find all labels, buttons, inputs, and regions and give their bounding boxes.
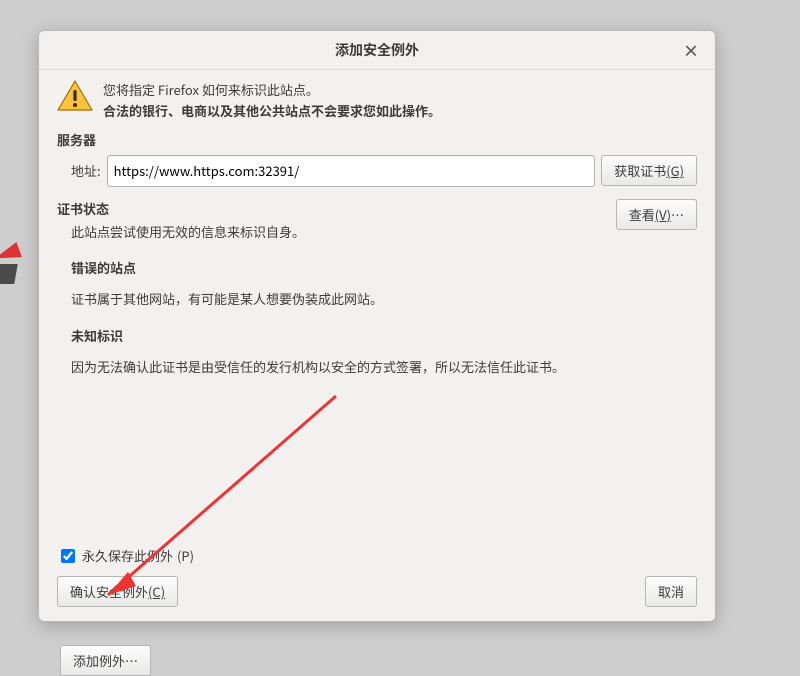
permanent-store-key: (P): [177, 546, 194, 565]
address-row: 地址: 获取证书(G): [57, 155, 697, 187]
spacer: [57, 378, 697, 538]
cert-status-desc: 此站点尝试使用无效的信息来标识自身。: [57, 222, 606, 243]
dialog-footer: 确认安全例外(C) 取消: [57, 576, 697, 607]
server-label: 服务器: [57, 130, 697, 149]
intro-text: 您将指定 Firefox 如何来标识此站点。 合法的银行、电商以及其他公共站点不…: [103, 80, 441, 122]
address-label: 地址:: [71, 161, 101, 180]
view-certificate-button[interactable]: 查看(V)…: [616, 199, 697, 230]
dialog-content: 您将指定 Firefox 如何来标识此站点。 合法的银行、电商以及其他公共站点不…: [39, 70, 715, 621]
intro-line1: 您将指定 Firefox 如何来标识此站点。: [103, 80, 441, 101]
unknown-desc: 因为无法确认此证书是由受信任的发行机构以安全的方式签署，所以无法信任此证书。: [57, 357, 697, 378]
close-icon[interactable]: ×: [677, 36, 705, 64]
view-label: 查看: [629, 205, 655, 224]
permanent-store-label: 永久保存此例外: [82, 546, 173, 565]
confirm-exception-button[interactable]: 确认安全例外(C): [57, 576, 178, 607]
get-certificate-button[interactable]: 获取证书(G): [601, 155, 697, 186]
permanent-store-row[interactable]: 永久保存此例外(P): [57, 546, 697, 566]
background-decoration: [0, 242, 34, 286]
cancel-button[interactable]: 取消: [645, 576, 697, 607]
unknown-heading: 未知标识: [57, 326, 697, 345]
warning-icon: [57, 80, 93, 112]
status-row: 证书状态 此站点尝试使用无效的信息来标识自身。 查看(V)…: [57, 199, 697, 243]
wrong-site-heading: 错误的站点: [57, 258, 697, 277]
dialog-title: 添加安全例外: [335, 40, 419, 60]
add-exception-below: 添加例外…: [60, 645, 151, 676]
cert-status-label: 证书状态: [57, 199, 606, 218]
address-input[interactable]: [107, 155, 596, 187]
view-key: (V): [655, 205, 671, 224]
get-certificate-label: 获取证书: [614, 161, 666, 180]
add-exception-button[interactable]: 添加例外…: [60, 645, 151, 676]
dialog-titlebar: 添加安全例外 ×: [39, 31, 715, 70]
wrong-site-desc: 证书属于其他网站，有可能是某人想要伪装成此网站。: [57, 289, 697, 310]
intro-row: 您将指定 Firefox 如何来标识此站点。 合法的银行、电商以及其他公共站点不…: [57, 80, 697, 122]
view-suffix: …: [671, 205, 684, 224]
permanent-store-checkbox[interactable]: [61, 549, 75, 563]
status-left: 证书状态 此站点尝试使用无效的信息来标识自身。: [57, 199, 606, 243]
confirm-key: (C): [148, 582, 165, 601]
intro-line2: 合法的银行、电商以及其他公共站点不会要求您如此操作。: [103, 101, 441, 122]
get-certificate-key: (G): [666, 161, 684, 180]
add-security-exception-dialog: 添加安全例外 × 您将指定 Firefox 如何来标识此站点。 合法的银行、电商…: [38, 30, 716, 622]
confirm-label: 确认安全例外: [70, 582, 148, 601]
